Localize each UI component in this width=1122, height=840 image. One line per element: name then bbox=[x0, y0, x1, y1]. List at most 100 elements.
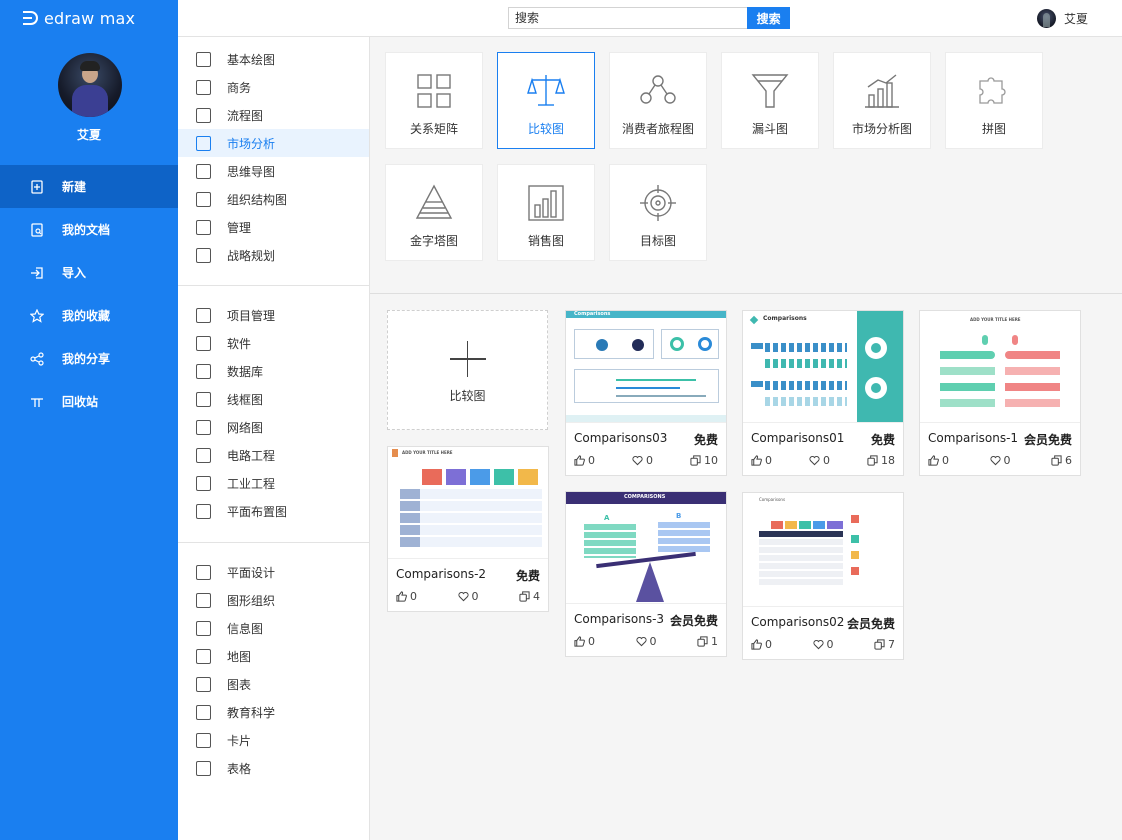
favorite-button[interactable]: 0 bbox=[457, 590, 479, 603]
category-item[interactable]: 图形组织 bbox=[178, 586, 369, 614]
category-item[interactable]: 线框图 bbox=[178, 385, 369, 413]
category-item[interactable]: 项目管理 bbox=[178, 301, 369, 329]
category-item[interactable]: 市场分析 bbox=[178, 129, 369, 157]
search-button[interactable]: 搜索 bbox=[747, 7, 790, 29]
new-blank-diagram-card[interactable]: 比较图 bbox=[387, 310, 548, 430]
category-item[interactable]: 管理 bbox=[178, 213, 369, 241]
category-item[interactable]: 平面布置图 bbox=[178, 497, 369, 525]
template-name: Comparisons-3 bbox=[574, 612, 665, 626]
category-group-1: 基本绘图商务 流程图 市场分析思维导图组织结构图 管理战略规划 bbox=[178, 45, 369, 269]
nav-item-star[interactable]: 我的收藏 bbox=[0, 294, 178, 337]
copy-count-badge: 10 bbox=[690, 454, 718, 467]
template-card[interactable]: ADD YOUR TITLE HERE Comparisons-2 免费 0 0 4 bbox=[387, 446, 549, 612]
nav-item-label: 新建 bbox=[62, 180, 87, 194]
diagram-type-tile[interactable]: 销售图 bbox=[497, 164, 595, 261]
target-icon bbox=[638, 165, 678, 226]
template-thumbnail: ADD YOUR TITLE HERE bbox=[388, 447, 548, 559]
user-menu-name: 艾夏 bbox=[1063, 12, 1088, 26]
nav-item-label: 导入 bbox=[62, 266, 87, 280]
template-card[interactable]: Comparisons Comparisons02 会员免费 0 0 7 bbox=[742, 492, 904, 660]
user-menu[interactable]: 艾夏 bbox=[1036, 9, 1088, 28]
nav-item-label: 我的分享 bbox=[62, 352, 111, 366]
category-item[interactable]: 表格 bbox=[178, 754, 369, 782]
category-item[interactable]: 基本绘图 bbox=[178, 45, 369, 73]
category-item[interactable]: 电路工程 bbox=[178, 441, 369, 469]
category-item[interactable]: 商务 bbox=[178, 73, 369, 101]
diagram-type-label: 金字塔图 bbox=[409, 234, 458, 248]
category-item[interactable]: 流程图 bbox=[178, 101, 369, 129]
nav-item-share[interactable]: 我的分享 bbox=[0, 337, 178, 380]
template-name: Comparisons03 bbox=[574, 431, 668, 445]
category-icon bbox=[196, 51, 211, 67]
category-item[interactable]: 组织结构图 bbox=[178, 185, 369, 213]
category-item[interactable]: 地图 bbox=[178, 642, 369, 670]
favorite-count: 0 bbox=[1003, 454, 1011, 467]
diagram-type-tile[interactable]: 目标图 bbox=[609, 164, 707, 261]
favorite-button[interactable]: 0 bbox=[809, 454, 830, 467]
category-item[interactable]: 卡片 bbox=[178, 726, 369, 754]
favorite-button[interactable]: 0 bbox=[632, 454, 653, 467]
category-item[interactable]: 网络图 bbox=[178, 413, 369, 441]
copy-count-badge: 6 bbox=[1051, 454, 1072, 467]
diagram-type-label: 目标图 bbox=[639, 234, 676, 248]
diagram-type-tile[interactable]: 漏斗图 bbox=[721, 52, 819, 149]
like-button[interactable]: 0 bbox=[574, 635, 595, 648]
category-item[interactable]: 数据库 bbox=[178, 357, 369, 385]
share-icon bbox=[30, 351, 44, 366]
category-icon bbox=[196, 107, 211, 123]
category-label: 思维导图 bbox=[227, 164, 276, 179]
category-icon bbox=[196, 247, 211, 263]
category-divider bbox=[178, 285, 369, 286]
document-icon bbox=[30, 222, 44, 237]
user-avatar[interactable] bbox=[58, 53, 122, 117]
diagram-type-tile[interactable]: 比较图 bbox=[497, 52, 595, 149]
category-item[interactable]: 战略规划 bbox=[178, 241, 369, 269]
favorite-button[interactable]: 0 bbox=[812, 638, 834, 651]
diagram-type-tile[interactable]: 金字塔图 bbox=[385, 164, 483, 261]
category-item[interactable]: 图表 bbox=[178, 670, 369, 698]
category-item[interactable]: 教育科学 bbox=[178, 698, 369, 726]
nav-item-import[interactable]: 导入 bbox=[0, 251, 178, 294]
diagram-type-label: 关系矩阵 bbox=[409, 122, 458, 136]
like-button[interactable]: 0 bbox=[751, 454, 772, 467]
category-icon bbox=[196, 704, 211, 720]
category-item[interactable]: 软件 bbox=[178, 329, 369, 357]
category-item[interactable]: 信息图 bbox=[178, 614, 369, 642]
diagram-type-tile[interactable]: 关系矩阵 bbox=[385, 52, 483, 149]
search-input[interactable] bbox=[508, 7, 748, 29]
category-item[interactable]: 平面设计 bbox=[178, 558, 369, 586]
nav-item-trash[interactable]: 回收站 bbox=[0, 380, 178, 423]
category-label: 战略规划 bbox=[227, 248, 276, 263]
diagram-type-tile[interactable]: 市场分析图 bbox=[833, 52, 931, 149]
like-button[interactable]: 0 bbox=[928, 454, 949, 467]
template-card[interactable]: ADD YOUR TITLE HERE Comparisons-1 会员免费 0 0 6 bbox=[919, 310, 1081, 476]
heart-icon bbox=[457, 592, 469, 602]
template-name: Comparisons-1 bbox=[928, 431, 1019, 445]
category-item[interactable]: 工业工程 bbox=[178, 469, 369, 497]
app-logo[interactable]: edraw max bbox=[20, 8, 135, 28]
template-area: 比较图 Comparisons Comparisons03 免费 0 0 10 Compar… bbox=[370, 294, 1122, 840]
category-label: 基本绘图 bbox=[227, 52, 276, 67]
edraw-logo-icon bbox=[20, 9, 38, 27]
diagram-type-tile[interactable]: 拼图 bbox=[945, 52, 1043, 149]
like-button[interactable]: 0 bbox=[574, 454, 595, 467]
category-label: 地图 bbox=[227, 649, 252, 664]
copy-icon bbox=[519, 591, 530, 602]
like-button[interactable]: 0 bbox=[396, 590, 417, 603]
like-count: 0 bbox=[765, 454, 772, 467]
category-item[interactable]: 思维导图 bbox=[178, 157, 369, 185]
category-icon bbox=[196, 503, 211, 519]
favorite-button[interactable]: 0 bbox=[989, 454, 1011, 467]
nav-item-document[interactable]: 我的文档 bbox=[0, 208, 178, 251]
nav-item-new-file[interactable]: 新建 bbox=[0, 165, 178, 208]
like-button[interactable]: 0 bbox=[751, 638, 772, 651]
category-icon bbox=[196, 363, 211, 379]
diagram-type-tile[interactable]: 消费者旅程图 bbox=[609, 52, 707, 149]
template-card[interactable]: Comparisons Comparisons01 免费 0 0 18 bbox=[742, 310, 904, 476]
category-label: 平面布置图 bbox=[227, 504, 288, 519]
template-price: 免费 bbox=[870, 433, 895, 447]
favorite-button[interactable]: 0 bbox=[635, 635, 657, 648]
template-card[interactable]: COMPARISONS A B Comparisons-3 会员免费 0 0 1 bbox=[565, 491, 727, 657]
main-nav: 新建我的文档导入我的收藏我的分享回收站 bbox=[0, 165, 178, 423]
template-card[interactable]: Comparisons Comparisons03 免费 0 0 10 bbox=[565, 310, 727, 476]
